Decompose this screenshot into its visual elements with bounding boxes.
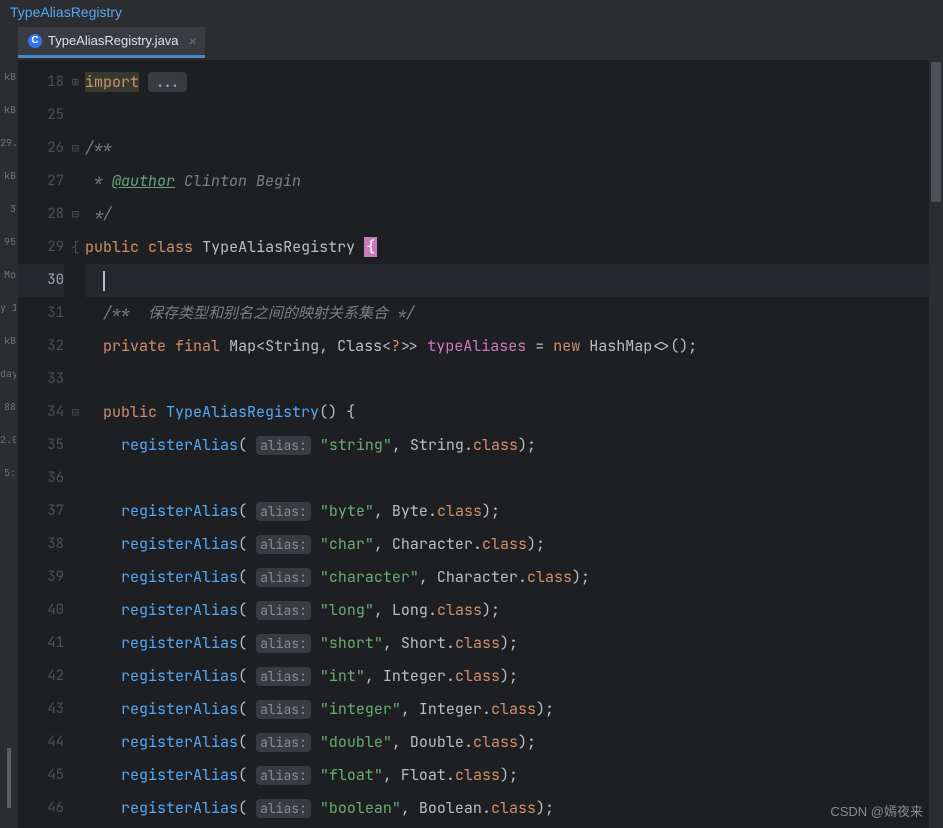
tab-bar: C TypeAliasRegistry.java ×	[0, 24, 943, 60]
tab-filename: TypeAliasRegistry.java	[48, 33, 179, 48]
watermark: CSDN @嫣夜来	[830, 801, 923, 820]
gutter[interactable]: 18⊞2526⊟2728⊟29{3031323334⊟3536373839404…	[18, 60, 85, 828]
breadcrumb-item[interactable]: TypeAliasRegistry	[10, 4, 122, 20]
minimap-mark	[7, 748, 11, 808]
code-area[interactable]: import .../** * @author Clinton Begin */…	[85, 60, 943, 828]
close-icon[interactable]: ×	[189, 33, 197, 49]
breadcrumb[interactable]: TypeAliasRegistry	[0, 0, 943, 24]
tab-active[interactable]: C TypeAliasRegistry.java ×	[18, 27, 205, 58]
left-sidebar: kBkB29.kB395Moy 1kBday882.05:	[0, 60, 18, 828]
editor: kBkB29.kB395Moy 1kBday882.05: 18⊞2526⊟27…	[0, 60, 943, 828]
scrollbar-thumb[interactable]	[931, 62, 941, 202]
scrollbar[interactable]	[929, 60, 943, 828]
java-class-icon: C	[28, 34, 42, 48]
